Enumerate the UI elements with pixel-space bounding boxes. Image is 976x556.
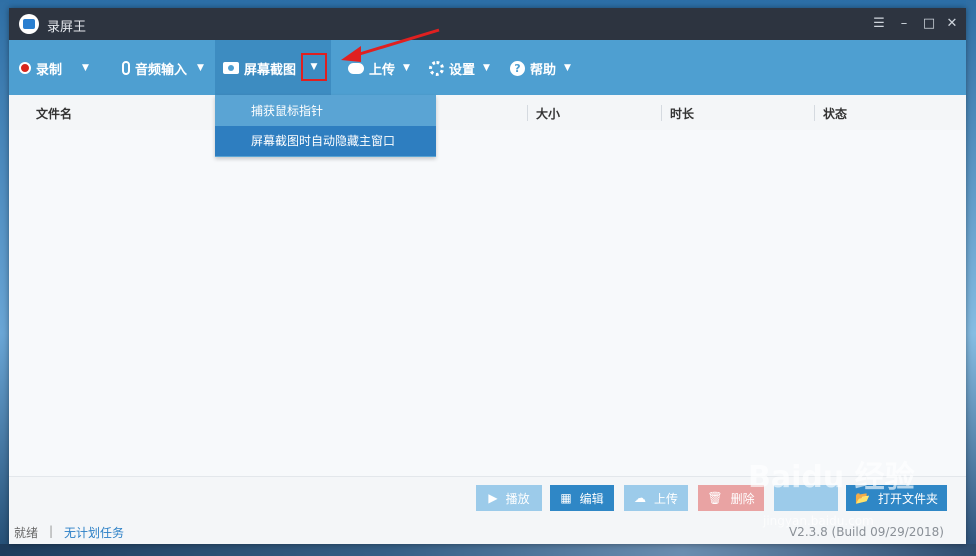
- audio-input-button[interactable]: 音频输入 ▼: [122, 58, 204, 78]
- play-button[interactable]: ▶ 播放: [476, 485, 542, 511]
- watermark-url: jingyan.baidu.com: [763, 514, 874, 528]
- record-icon: [19, 62, 31, 74]
- column-size[interactable]: 大小: [536, 105, 560, 122]
- play-label: 播放: [505, 491, 530, 506]
- status-separator: |: [49, 524, 54, 538]
- chevron-down-icon[interactable]: ▼: [564, 63, 571, 73]
- title-bar: 录屏王 ☰ – □ ✕: [9, 8, 966, 40]
- app-logo-icon: [19, 14, 39, 34]
- upload-label: 上传: [653, 491, 678, 506]
- column-status[interactable]: 状态: [823, 105, 847, 122]
- column-divider: [527, 105, 528, 121]
- maximize-button[interactable]: □: [920, 15, 938, 33]
- upload-button[interactable]: ☁ 上传: [624, 485, 688, 511]
- chevron-down-icon: ▼: [310, 62, 318, 72]
- record-label: 录制: [36, 62, 63, 78]
- screenshot-button[interactable]: 屏幕截图: [223, 58, 296, 78]
- edit-label: 编辑: [579, 491, 604, 506]
- status-ready: 就绪: [14, 526, 39, 540]
- chevron-down-icon[interactable]: ▼: [403, 63, 410, 73]
- camera-icon: [223, 62, 239, 74]
- chevron-down-icon[interactable]: ▼: [82, 63, 89, 73]
- play-icon: ▶: [488, 491, 498, 505]
- screenshot-dropdown-button[interactable]: ▼: [301, 53, 327, 81]
- column-divider: [814, 105, 815, 121]
- screenshot-dropdown-menu: 捕获鼠标指针 屏幕截图时自动隐藏主窗口: [215, 95, 436, 157]
- column-duration[interactable]: 时长: [670, 105, 694, 122]
- close-button[interactable]: ✕: [943, 15, 961, 33]
- settings-label: 设置: [449, 62, 476, 78]
- help-button[interactable]: ? 帮助 ▼: [510, 58, 571, 78]
- chevron-down-icon[interactable]: ▼: [483, 63, 490, 73]
- help-icon: ?: [510, 60, 525, 76]
- menu-icon[interactable]: ☰: [870, 15, 888, 33]
- microphone-icon: [122, 61, 130, 75]
- audio-input-label: 音频输入: [135, 62, 188, 78]
- toolbar-right: 上传 ▼ 设置 ▼ ? 帮助 ▼: [331, 40, 966, 95]
- window-title: 录屏王: [47, 20, 87, 35]
- file-list-header: 文件名 大小 时长 状态: [9, 95, 966, 131]
- schedule-link[interactable]: 无计划任务: [64, 524, 124, 541]
- help-label: 帮助: [530, 62, 557, 78]
- cloud-upload-icon: ☁: [633, 491, 646, 505]
- chevron-down-icon[interactable]: ▼: [197, 63, 204, 73]
- desktop-background-left: [0, 0, 9, 556]
- record-button[interactable]: 录制 ▼: [19, 58, 89, 78]
- screenshot-label: 屏幕截图: [244, 62, 297, 78]
- cloud-upload-icon: [348, 62, 364, 74]
- desktop-background-right: [966, 0, 976, 556]
- upload-menu-label: 上传: [369, 62, 396, 78]
- column-filename[interactable]: 文件名: [36, 105, 72, 122]
- minimize-button[interactable]: –: [895, 15, 913, 33]
- desktop-background-bottom: [0, 544, 976, 556]
- screenshot-segment: 屏幕截图 ▼: [215, 40, 331, 95]
- edit-icon: ▦: [560, 491, 572, 505]
- trash-icon: 🗑: [707, 491, 723, 505]
- gear-icon: [429, 60, 444, 76]
- settings-button[interactable]: 设置 ▼: [429, 58, 490, 78]
- edit-button[interactable]: ▦ 编辑: [550, 485, 614, 511]
- menu-item-auto-hide-window[interactable]: 屏幕截图时自动隐藏主窗口: [215, 126, 436, 156]
- watermark-logo: Baidu 经验: [748, 460, 915, 495]
- file-list[interactable]: [9, 130, 966, 477]
- column-divider: [661, 105, 662, 121]
- upload-menu-button[interactable]: 上传 ▼: [348, 58, 410, 78]
- menu-item-capture-cursor[interactable]: 捕获鼠标指针: [215, 96, 436, 126]
